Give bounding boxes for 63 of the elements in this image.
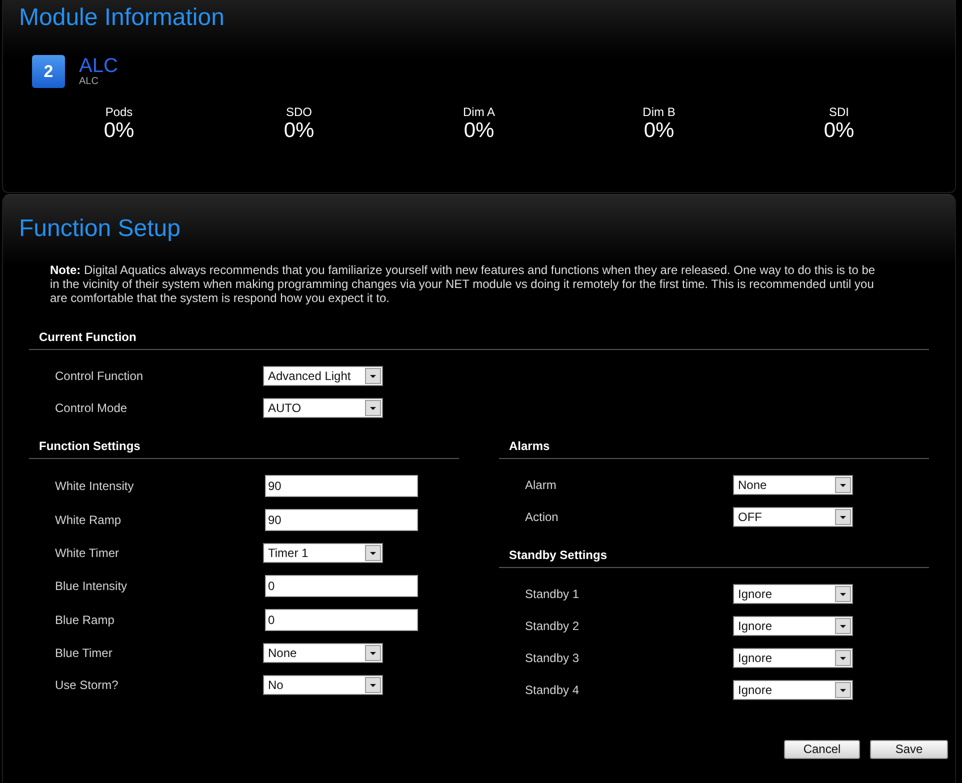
field-label: Blue Timer (55, 646, 112, 660)
caret-icon (365, 677, 381, 693)
field-label: Control Function (55, 369, 144, 383)
field-label: Standby 3 (525, 651, 580, 665)
stat-value: 0% (644, 119, 674, 143)
field-label: Blue Ramp (55, 613, 114, 627)
dropdown[interactable]: Ignore (733, 584, 853, 604)
stat-value: 0% (824, 119, 854, 143)
field-label: Action (525, 510, 558, 524)
field-label: Use Storm? (55, 678, 118, 692)
caret-icon (835, 477, 851, 493)
stat-value: 0% (104, 119, 134, 143)
text-field[interactable]: 90 (265, 475, 418, 497)
dropdown[interactable]: Advanced Light (263, 366, 383, 386)
field-label: Standby 1 (525, 587, 580, 601)
note-paragraph: Note: Digital Aquatics always recommends that you familiarize yourself with new features and functions when they are released. One way to do this is to be in the vicinity of their system when making programming changes via your NET module vs doing it remotely for the first time. This is recommended until you are comfortable that the system is respond how you expect it to. (50, 263, 876, 305)
dropdown[interactable]: Ignore (733, 680, 853, 700)
caret-icon (365, 368, 381, 384)
action-button[interactable]: Save (870, 740, 948, 759)
dropdown[interactable]: No (263, 675, 383, 695)
caret-icon (835, 650, 851, 666)
panel-title: Module Information (19, 4, 224, 32)
caret-icon (835, 682, 851, 698)
field-label: Blue Intensity (55, 579, 128, 593)
stat-label: Dim B (642, 105, 676, 119)
field-label: Standby 2 (525, 619, 580, 633)
field-label: White Intensity (55, 479, 134, 493)
caret-icon (835, 618, 851, 634)
caret-icon (365, 400, 381, 416)
dropdown[interactable]: None (263, 643, 383, 663)
stat-value: 0% (284, 119, 314, 143)
section-heading: Current Function (39, 330, 136, 344)
section-heading: Standby Settings (509, 548, 608, 562)
caret-icon (835, 509, 851, 525)
dropdown[interactable]: AUTO (263, 398, 383, 418)
dropdown[interactable]: Ignore (733, 648, 853, 668)
text-field[interactable]: 0 (265, 609, 418, 631)
stat-label: Dim A (462, 105, 495, 119)
module-number-badge: 2 (32, 55, 65, 88)
dropdown[interactable]: Ignore (733, 616, 853, 636)
section-heading: Alarms (509, 439, 550, 453)
stat-label: Pods (105, 105, 133, 119)
dropdown[interactable]: OFF (733, 507, 853, 527)
field-label: White Timer (55, 546, 120, 560)
text-field[interactable]: 90 (265, 509, 418, 531)
caret-icon (365, 645, 381, 661)
field-label: White Ramp (55, 513, 122, 527)
caret-icon (365, 545, 381, 561)
field-label: Alarm (525, 478, 556, 492)
field-label: Control Mode (55, 401, 128, 415)
dropdown[interactable]: None (733, 475, 853, 495)
stat-label: SDI (828, 105, 849, 119)
stat-value: 0% (464, 119, 494, 143)
panel-title: Function Setup (19, 215, 180, 243)
module-subtitle: ALC (79, 77, 98, 87)
field-label: Standby 4 (525, 683, 580, 697)
dropdown[interactable]: Timer 1 (263, 543, 383, 563)
stat-label: SDO (286, 105, 312, 119)
module-name: ALC (79, 55, 118, 77)
action-button[interactable]: Cancel (784, 740, 860, 759)
section-heading: Function Settings (39, 439, 140, 453)
caret-icon (835, 586, 851, 602)
text-field[interactable]: 0 (265, 575, 418, 597)
